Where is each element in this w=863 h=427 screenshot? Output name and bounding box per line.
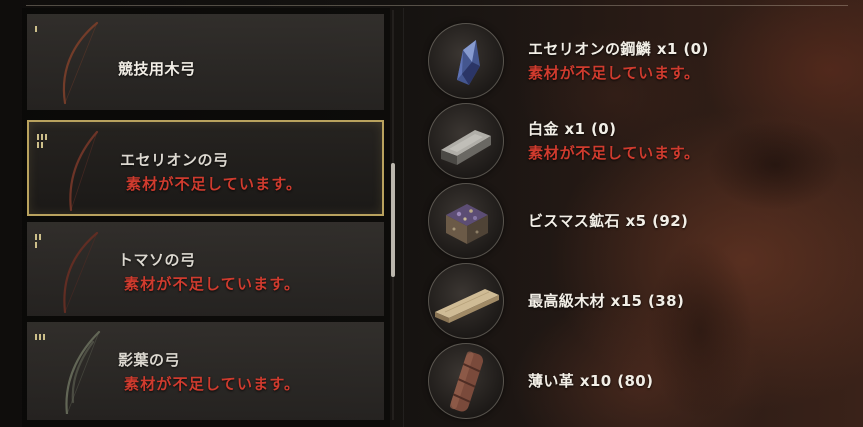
material-name: 薄い革	[528, 372, 575, 390]
material-required-qty: x15	[610, 292, 643, 310]
material-row-bismuth-ore: ビスマス鉱石 x5 (92)	[428, 181, 848, 261]
rank-bar	[45, 134, 47, 140]
bow-icon	[69, 130, 99, 212]
aetherion-steel-scale-icon	[457, 40, 480, 85]
rank-bar	[35, 334, 37, 340]
material-text: 最高級木材 x15 (38)	[528, 289, 684, 313]
material-requirement: ビスマス鉱石 x5 (92)	[528, 209, 688, 233]
material-owned-qty: (0)	[590, 120, 617, 138]
recipe-item-tomaso-bow[interactable]: トマソの弓 素材が不足しています。	[27, 222, 384, 316]
material-required-qty: x1	[564, 120, 586, 138]
recipe-item-aetherion-bow[interactable]: エセリオンの弓 素材が不足しています。	[27, 120, 384, 216]
recipe-name: エセリオンの弓	[120, 151, 229, 169]
recipe-name: 影葉の弓	[118, 351, 181, 369]
scrollbar-thumb[interactable]	[391, 163, 395, 277]
material-text: エセリオンの鋼鱗 x1 (0) 素材が不足しています。	[528, 37, 709, 85]
platinum-ingot-icon	[428, 103, 504, 179]
rank-bar	[37, 142, 39, 148]
material-row-platinum: 白金 x1 (0) 素材が不足しています。	[428, 101, 848, 181]
rank-marks	[35, 334, 45, 340]
rank-marks	[37, 134, 47, 148]
rank-bar-group	[37, 142, 47, 148]
material-owned-qty: (80)	[617, 372, 654, 390]
material-owned-qty: (0)	[683, 40, 709, 58]
material-text: ビスマス鉱石 x5 (92)	[528, 209, 688, 233]
material-row-aetherion-steel-scale: エセリオンの鋼鱗 x1 (0) 素材が不足しています。	[428, 21, 848, 101]
rank-bar	[39, 334, 41, 340]
finest-lumber-icon	[428, 263, 504, 339]
bow-icon	[62, 21, 99, 105]
material-owned-qty: (92)	[652, 212, 689, 230]
material-name: エセリオンの鋼鱗	[528, 40, 652, 58]
material-name: 白金	[528, 120, 559, 138]
material-text: 薄い革 x10 (80)	[528, 369, 653, 393]
aetherion-steel-scale-icon	[428, 23, 504, 99]
rank-bar	[41, 142, 43, 148]
thin-leather-icon	[428, 343, 504, 419]
material-required-qty: x1	[656, 40, 678, 58]
rank-bar	[39, 234, 41, 240]
recipe-item-competition-wooden-bow[interactable]: 競技用木弓	[27, 14, 384, 110]
recipe-item-shadowleaf-bow[interactable]: 影葉の弓 素材が不足しています。	[27, 322, 384, 420]
rank-bar-group	[37, 134, 47, 140]
insufficient-material-warning: 素材が不足しています。	[528, 144, 700, 162]
insufficient-material-warning: 素材が不足しています。	[124, 375, 301, 393]
material-owned-qty: (38)	[648, 292, 685, 310]
panel-separator	[403, 8, 404, 427]
material-required-qty: x10	[579, 372, 612, 390]
insufficient-material-warning: 素材が不足しています。	[528, 64, 700, 82]
rank-bar	[35, 26, 37, 32]
recipe-name: 競技用木弓	[118, 60, 196, 78]
bismuth-ore-icon	[446, 204, 488, 244]
finest-lumber-icon	[435, 289, 499, 323]
platinum-ingot-icon	[441, 130, 491, 165]
material-row-thin-leather: 薄い革 x10 (80)	[428, 341, 848, 421]
bow-icon	[65, 330, 101, 414]
material-row-finest-lumber: 最高級木材 x15 (38)	[428, 261, 848, 341]
insufficient-material-warning: 素材が不足しています。	[124, 275, 301, 293]
bow-icon	[63, 231, 99, 314]
rank-bar-group	[35, 334, 45, 340]
insufficient-material-warning: 素材が不足しています。	[126, 175, 303, 193]
rank-bar	[35, 234, 37, 240]
material-requirement: 白金 x1 (0)	[528, 117, 700, 141]
rank-marks	[35, 26, 37, 32]
material-requirement: 薄い革 x10 (80)	[528, 369, 653, 393]
top-divider	[26, 5, 848, 6]
rank-bar-group	[35, 26, 37, 32]
thin-leather-icon	[449, 351, 484, 412]
rank-bar	[37, 134, 39, 140]
material-text: 白金 x1 (0) 素材が不足しています。	[528, 117, 700, 165]
crafting-screen: 競技用木弓 エセリオンの弓 素材が不足しています。 トマソの弓 素材が不足してい…	[0, 0, 863, 427]
recipe-name: トマソの弓	[118, 251, 196, 269]
rank-bar-group	[35, 234, 41, 240]
bismuth-ore-icon	[428, 183, 504, 259]
rank-marks	[35, 234, 41, 248]
material-required-qty: x5	[625, 212, 647, 230]
material-name: ビスマス鉱石	[528, 212, 620, 230]
rank-bar	[41, 134, 43, 140]
rank-bar	[43, 334, 45, 340]
material-name: 最高級木材	[528, 292, 606, 310]
material-requirement: エセリオンの鋼鱗 x1 (0)	[528, 37, 709, 61]
rank-bar	[35, 242, 37, 248]
material-requirement: 最高級木材 x15 (38)	[528, 289, 684, 313]
required-materials-list: エセリオンの鋼鱗 x1 (0) 素材が不足しています。 白金 x1 (0) 素材…	[428, 21, 848, 421]
rank-bar-group	[35, 242, 41, 248]
